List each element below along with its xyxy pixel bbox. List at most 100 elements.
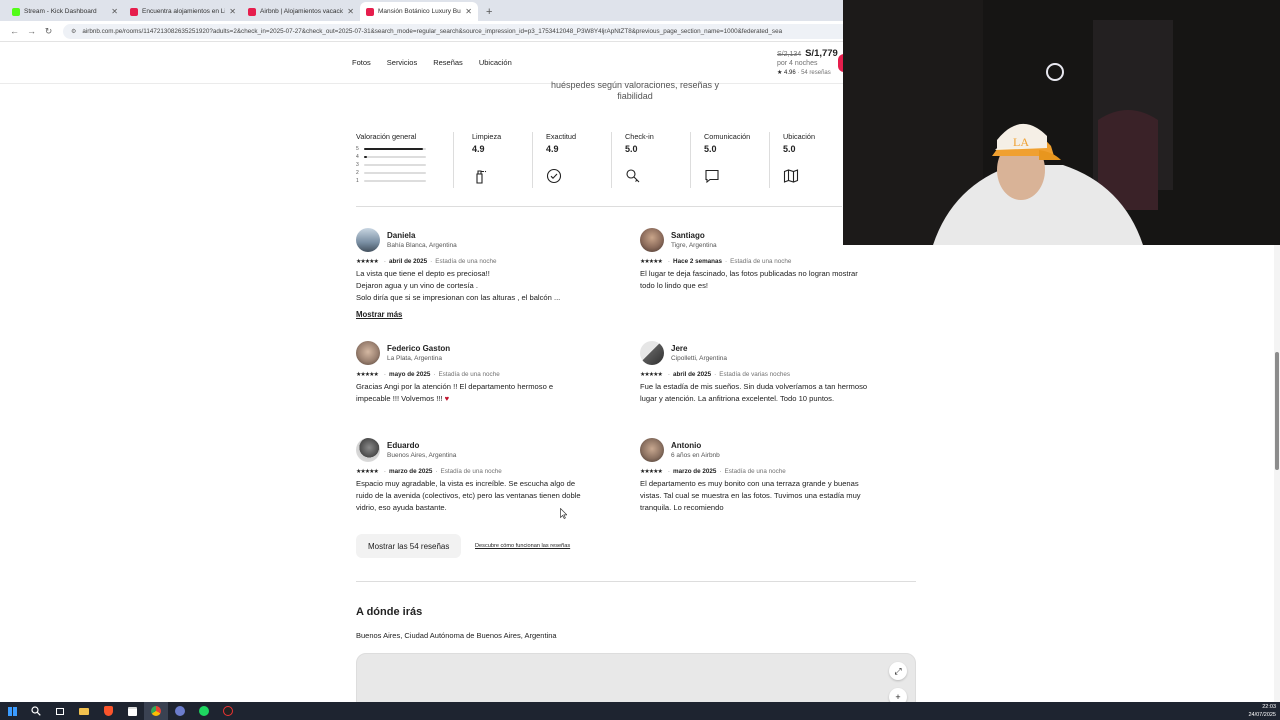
spray-bottle-icon	[476, 170, 487, 184]
browser-tab-airbnb[interactable]: Airbnb | Alojamientos vacacion ✕	[242, 2, 360, 21]
rating-bar-label: 4	[356, 154, 359, 160]
url-text: airbnb.com.pe/rooms/1147213082635251920?…	[82, 27, 783, 35]
rating-bar-5: 5	[356, 145, 453, 153]
windows-start-icon[interactable]	[0, 702, 24, 720]
close-icon[interactable]: ✕	[347, 7, 354, 16]
reviewer-location: Bahía Blanca, Argentina	[387, 242, 457, 249]
calendar-icon[interactable]	[120, 702, 144, 720]
forward-arrow-icon[interactable]: →	[23, 26, 40, 36]
rating-bar-track	[364, 164, 426, 166]
rating-communication: Comunicación 5.0	[691, 132, 770, 188]
reviewer-name: Antonio	[671, 441, 702, 450]
rating-location: Ubicación 5.0	[770, 132, 849, 188]
avatar[interactable]	[356, 438, 380, 462]
chrome-icon[interactable]	[144, 702, 168, 720]
review-text: Espacio muy agradable, la vista es incre…	[356, 479, 581, 512]
stay-type: Estadía de varias noches	[719, 371, 790, 378]
chat-bubble-icon	[705, 169, 719, 184]
review-date: abril de 2025	[389, 258, 428, 265]
reviewer-name: Daniela	[387, 231, 416, 240]
show-all-reviews-button[interactable]: Mostrar las 54 reseñas	[356, 534, 462, 558]
reviewer-name: Santiago	[671, 231, 705, 240]
ratings-breakdown: Valoración general 5 4 3 2 1 Limpieza 4.9 Ex…	[356, 132, 916, 188]
site-info-icon[interactable]: ⚙	[71, 28, 76, 35]
stay-type: Estadía de una noche	[724, 468, 786, 475]
reviewer-location: La Plata, Argentina	[387, 355, 442, 362]
app-icon[interactable]	[216, 702, 240, 720]
rating-accuracy: Exactitud 4.9	[533, 132, 612, 188]
review-card: Antonio 6 años en Airbnb ★★★★★ · marzo de …	[640, 438, 870, 514]
separator: ·	[667, 468, 671, 475]
rating-label: Check-in	[625, 132, 654, 141]
stay-type: Estadía de una noche	[440, 468, 502, 475]
zoom-in-icon[interactable]: +	[889, 688, 907, 702]
heart-icon: ♥	[444, 394, 450, 403]
obs-icon[interactable]	[168, 702, 192, 720]
brave-icon[interactable]	[96, 702, 120, 720]
avatar[interactable]	[640, 438, 664, 462]
subnav-link-servicios[interactable]: Servicios	[387, 58, 417, 67]
subnav-link-ubicacion[interactable]: Ubicación	[479, 58, 512, 67]
rating-bar-label: 2	[356, 170, 359, 176]
task-view-icon[interactable]	[48, 702, 72, 720]
rating-bar-fill	[364, 148, 423, 150]
separator: ·	[719, 468, 722, 475]
separator: ·	[430, 258, 433, 265]
separator: ·	[433, 371, 436, 378]
back-arrow-icon[interactable]: ←	[6, 26, 23, 36]
avatar[interactable]	[356, 341, 380, 365]
subnav-link-resenas[interactable]: Reseñas	[433, 58, 463, 67]
stay-type: Estadía de una noche	[435, 258, 497, 265]
rating-bar-3: 3	[356, 161, 453, 169]
file-explorer-icon[interactable]	[72, 702, 96, 720]
rating-bar-1: 1	[356, 177, 453, 185]
avatar[interactable]	[640, 228, 664, 252]
overall-rating-label: Valoración general	[356, 132, 417, 141]
review-text: El lugar te deja fascinado, las fotos pu…	[640, 269, 858, 290]
browser-tab-kick[interactable]: Stream - Kick Dashboard ✕	[6, 2, 124, 21]
reviewer-location: Buenos Aires, Argentina	[387, 452, 457, 459]
show-more-link[interactable]: Mostrar más	[356, 310, 402, 319]
how-reviews-work-link[interactable]: Descubre cómo funcionan las reseñas	[475, 543, 570, 549]
separator: ·	[667, 258, 671, 265]
separator: ·	[383, 468, 387, 475]
review-card: Federico Gaston La Plata, Argentina ★★★★…	[356, 341, 586, 405]
tab-label: Stream - Kick Dashboard	[24, 8, 97, 15]
browser-tab-mansion[interactable]: Mansión Botánico Luxury Buen ✕	[360, 2, 478, 21]
rating-score: 4.9	[546, 144, 559, 154]
new-tab-button[interactable]: +	[486, 6, 492, 18]
tab-label: Mansión Botánico Luxury Buen	[378, 8, 462, 15]
price-summary: S/2,134 S/1,779 por 4 noches ★ 4.96 · 54…	[777, 48, 838, 76]
subnav-link-fotos[interactable]: Fotos	[352, 58, 371, 67]
system-clock[interactable]: 22:03 24/07/2025	[1248, 703, 1276, 719]
search-icon[interactable]	[24, 702, 48, 720]
reload-icon[interactable]: ↻	[40, 26, 57, 37]
review-text: La vista que tiene el depto es preciosa!…	[356, 269, 561, 302]
scrollbar-thumb[interactable]	[1275, 352, 1279, 470]
tab-label: Encuentra alojamientos en Lima	[142, 8, 226, 15]
expand-icon[interactable]: ⤢	[889, 662, 907, 680]
kick-icon	[12, 7, 20, 16]
avatar[interactable]	[640, 341, 664, 365]
spotify-icon[interactable]	[192, 702, 216, 720]
avatar[interactable]	[356, 228, 380, 252]
webcam-video: LA	[843, 0, 1280, 245]
reviewer-name: Eduardo	[387, 441, 420, 450]
location-text: Buenos Aires, Ciudad Autónoma de Buenos …	[356, 631, 557, 640]
reviews-count-link[interactable]: · 54 reseñas	[797, 70, 830, 76]
clock-date: 24/07/2025	[1248, 712, 1276, 718]
review-date: abril de 2025	[673, 371, 712, 378]
close-icon[interactable]: ✕	[465, 7, 472, 16]
rating-bar-label: 5	[356, 146, 359, 152]
reviewer-location: 6 años en Airbnb	[671, 452, 720, 459]
close-icon[interactable]: ✕	[229, 7, 236, 16]
location-map[interactable]: ⤢ +	[356, 653, 916, 702]
close-icon[interactable]: ✕	[111, 7, 118, 16]
rating-score: 5.0	[625, 144, 638, 154]
review-text: Gracias Angi por la atención !! El depar…	[356, 382, 554, 403]
section-divider	[356, 206, 842, 207]
rating-score: 4.9	[472, 144, 485, 154]
browser-tab-lima[interactable]: Encuentra alojamientos en Lima ✕	[124, 2, 242, 21]
separator: ·	[714, 371, 717, 378]
rating-bar-4: 4	[356, 153, 453, 161]
